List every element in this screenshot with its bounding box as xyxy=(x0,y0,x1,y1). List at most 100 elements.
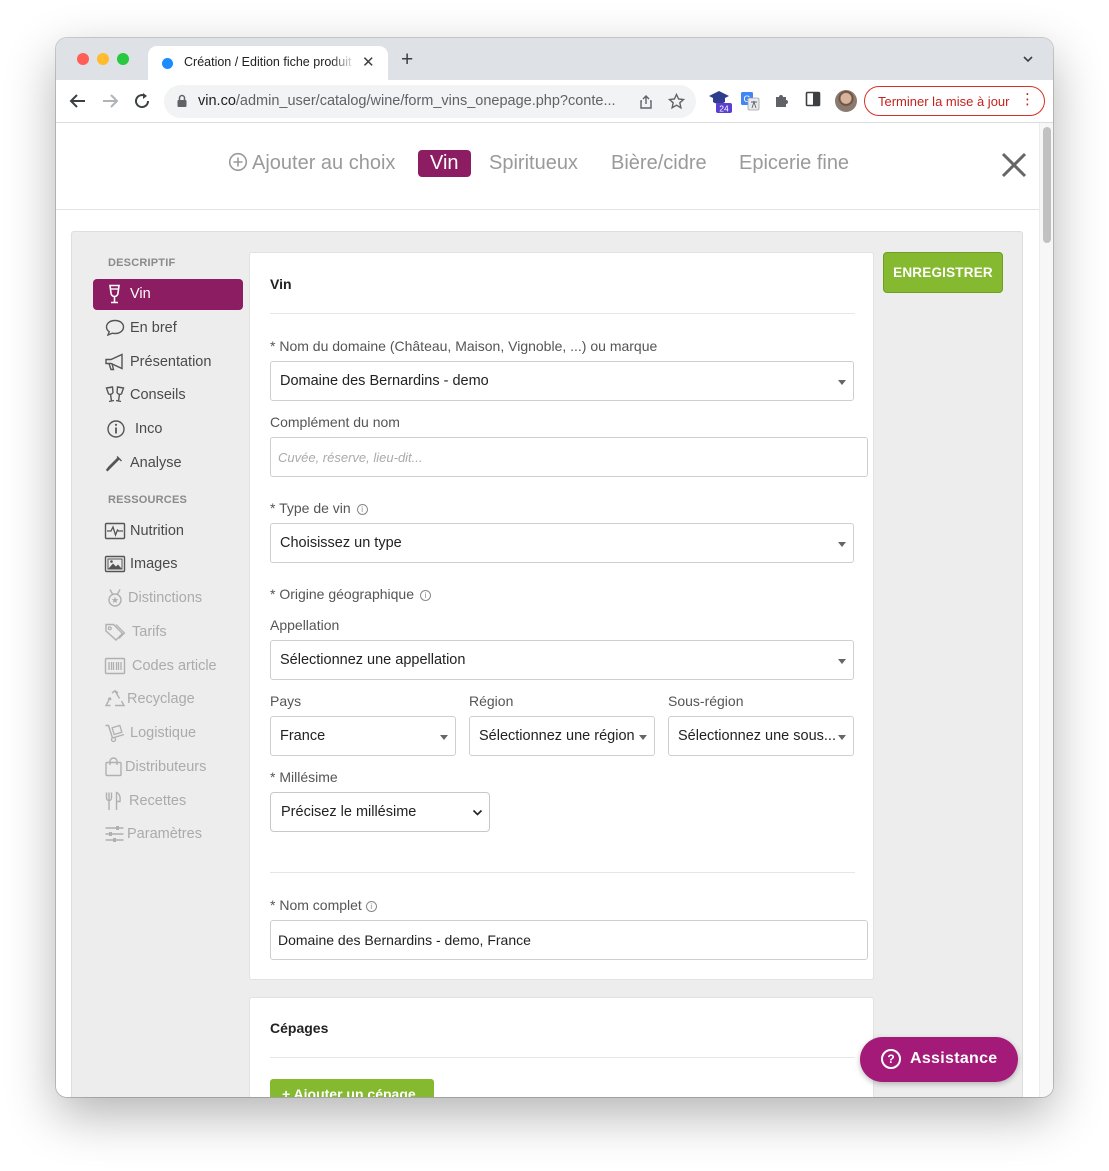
add-cepage-button[interactable]: + Ajouter un cépage xyxy=(270,1079,434,1097)
sidebar-item-label: Paramètres xyxy=(127,826,202,842)
chevron-down-icon[interactable] xyxy=(1023,54,1033,64)
appellation-value: Sélectionnez une appellation xyxy=(280,652,466,668)
sidebar-item-parametres[interactable]: Paramètres xyxy=(93,819,243,850)
tab-spiritueux[interactable]: Spiritueux xyxy=(489,152,578,175)
caret-down-icon xyxy=(838,659,846,664)
url-text: vin.co/admin_user/catalog/wine/form_vins… xyxy=(198,93,616,109)
sidebar-item-conseils[interactable]: Conseils xyxy=(93,380,243,411)
shopping-bag-icon xyxy=(105,757,122,777)
sidebar-item-nutrition[interactable]: Nutrition xyxy=(93,516,243,547)
svg-text:24: 24 xyxy=(719,104,729,114)
assistance-button[interactable]: ? Assistance xyxy=(860,1037,1018,1082)
recycle-icon xyxy=(104,689,126,707)
sidebar-item-images[interactable]: Images xyxy=(93,549,243,580)
address-bar[interactable]: vin.co/admin_user/catalog/wine/form_vins… xyxy=(164,85,696,118)
tab-strip: Création / Edition fiche produit ✕ + xyxy=(56,38,1053,80)
tab-close-icon[interactable]: ✕ xyxy=(362,53,375,71)
scrollbar-thumb[interactable] xyxy=(1043,127,1051,243)
appellation-select[interactable]: Sélectionnez une appellation xyxy=(270,640,854,680)
megaphone-icon xyxy=(105,353,123,371)
pays-select[interactable]: France xyxy=(270,716,456,756)
sidebar-item-en-bref[interactable]: En bref xyxy=(93,313,243,344)
add-choice-button[interactable]: Ajouter au choix xyxy=(228,152,395,175)
update-button[interactable]: Terminer la mise à jour ⋮ xyxy=(864,86,1045,116)
new-tab-button[interactable]: + xyxy=(401,49,413,70)
tab-biere-cidre[interactable]: Bière/cidre xyxy=(611,152,707,175)
sidebar-item-logistique[interactable]: Logistique xyxy=(93,718,243,749)
close-window-button[interactable] xyxy=(77,53,89,65)
sidebar-item-recyclage[interactable]: Recyclage xyxy=(93,684,243,715)
sidebar-item-distributeurs[interactable]: Distributeurs xyxy=(93,752,243,783)
pipette-icon xyxy=(105,456,122,472)
domain-select[interactable]: Domaine des Bernardins - demo xyxy=(270,361,854,401)
wine-glass-icon xyxy=(109,284,120,304)
tab-vin[interactable]: Vin xyxy=(418,150,471,177)
caret-down-icon xyxy=(440,735,448,740)
full-name-input[interactable]: Domaine des Bernardins - demo, France xyxy=(270,920,868,960)
sidebar-item-label: Tarifs xyxy=(132,624,167,640)
dolly-icon xyxy=(105,724,125,743)
section-descriptif: DESCRIPTIF xyxy=(108,257,176,269)
sous-region-select[interactable]: Sélectionnez une sous... xyxy=(668,716,854,756)
product-type-nav: Ajouter au choix Vin Spiritueux Bière/ci… xyxy=(56,123,1039,210)
extension-graduation-icon[interactable]: 24 xyxy=(708,88,732,114)
millesime-label: * Millésime xyxy=(270,769,338,785)
cepages-card: Cépages + Ajouter un cépage xyxy=(249,997,874,1097)
save-button[interactable]: ENREGISTRER xyxy=(883,252,1003,293)
divider xyxy=(270,872,855,873)
sidebar-item-distinctions[interactable]: Distinctions xyxy=(93,583,243,614)
reload-icon[interactable] xyxy=(130,89,154,113)
sidebar-item-label: Analyse xyxy=(130,455,182,471)
tab-title: Création / Edition fiche produit xyxy=(184,55,352,69)
sidebar-item-label: Conseils xyxy=(130,387,186,403)
region-label: Région xyxy=(469,693,514,709)
type-select[interactable]: Choisissez un type xyxy=(270,523,854,563)
side-panel-icon[interactable] xyxy=(805,91,821,107)
favicon-icon xyxy=(162,58,173,69)
forward-arrow-icon[interactable] xyxy=(98,89,122,113)
sous-region-value: Sélectionnez une sous... xyxy=(678,728,836,744)
bookmark-star-icon[interactable] xyxy=(668,93,685,110)
caret-down-icon xyxy=(838,542,846,547)
full-name-label: * Nom complet i xyxy=(270,897,377,913)
type-value: Choisissez un type xyxy=(280,535,402,551)
sidebar-item-tarifs[interactable]: Tarifs xyxy=(93,617,243,648)
sidebar-item-label: Distributeurs xyxy=(125,759,207,775)
tab-epicerie-fine[interactable]: Epicerie fine xyxy=(739,152,849,175)
lock-icon[interactable] xyxy=(176,94,188,108)
region-value: Sélectionnez une région xyxy=(479,728,634,744)
puzzle-extensions-icon[interactable] xyxy=(773,91,791,109)
divider xyxy=(270,313,855,314)
sidebar-item-recettes[interactable]: Recettes xyxy=(93,786,243,817)
millesime-select[interactable]: Précisez le millésime xyxy=(270,792,490,832)
sidebar-item-analyse[interactable]: Analyse xyxy=(93,448,243,479)
sidebar-item-inco[interactable]: Inco xyxy=(93,414,243,445)
complement-label: Complément du nom xyxy=(270,414,400,430)
region-select[interactable]: Sélectionnez une région xyxy=(469,716,655,756)
share-icon[interactable] xyxy=(638,94,654,110)
info-icon[interactable]: i xyxy=(365,901,377,912)
pays-value: France xyxy=(280,728,326,744)
form-panel: DESCRIPTIF Vin En bref Présentation Cons… xyxy=(71,231,1023,1097)
page-scrollbar[interactable] xyxy=(1039,123,1053,1097)
sidebar-item-vin[interactable]: Vin xyxy=(93,279,243,310)
info-icon[interactable]: i xyxy=(420,590,431,601)
translate-icon[interactable]: G xyxy=(740,91,760,111)
minimize-window-button[interactable] xyxy=(97,53,109,65)
profile-avatar[interactable] xyxy=(835,90,857,112)
sidebar-item-label: Nutrition xyxy=(130,523,184,539)
back-arrow-icon[interactable] xyxy=(66,89,90,113)
info-icon[interactable]: i xyxy=(356,504,368,515)
close-icon[interactable] xyxy=(1000,151,1028,179)
sidebar-item-label: Distinctions xyxy=(128,590,203,606)
sidebar-item-label: Inco xyxy=(135,421,163,437)
sidebar-item-codes-article[interactable]: Codes article xyxy=(93,651,243,682)
browser-tab[interactable]: Création / Edition fiche produit ✕ xyxy=(148,46,388,80)
domain-label: * Nom du domaine (Château, Maison, Vigno… xyxy=(270,338,658,354)
caret-down-icon xyxy=(838,735,846,740)
card-title: Cépages xyxy=(270,1020,329,1036)
page-content: Ajouter au choix Vin Spiritueux Bière/ci… xyxy=(56,123,1053,1097)
complement-input[interactable]: Cuvée, réserve, lieu-dit... xyxy=(270,437,868,477)
sidebar-item-presentation[interactable]: Présentation xyxy=(93,347,243,378)
maximize-window-button[interactable] xyxy=(117,53,129,65)
